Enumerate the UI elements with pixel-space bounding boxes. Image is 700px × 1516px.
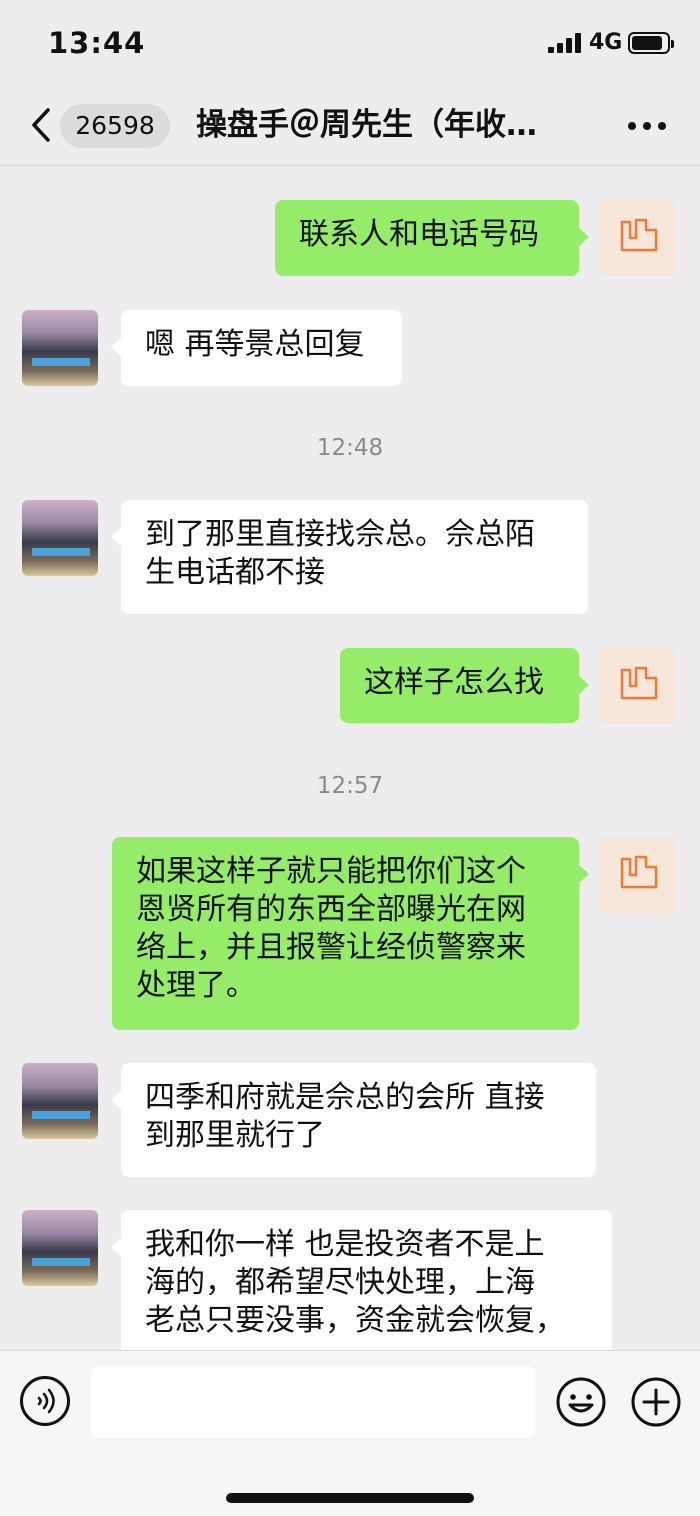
message-line: 老总只要没事，资金就会恢复， [145, 1303, 565, 1338]
emoji-icon[interactable] [555, 1376, 607, 1428]
status-time: 13:44 [48, 26, 146, 60]
avatar-self[interactable] [600, 200, 676, 276]
avatar-self[interactable] [600, 648, 676, 724]
message-timestamp: 12:57 [316, 773, 384, 799]
status-bar: 13:44 4G [0, 0, 700, 90]
home-indicator [226, 1493, 474, 1503]
chevron-left-icon[interactable] [22, 100, 62, 150]
message-bubble-received[interactable]: 我和你一样 也是投资者不是上 海的，都希望尽快处理，上海 老总只要没事，资金就会… [111, 1210, 612, 1350]
message-bubble-sent[interactable]: 联系人和电话号码 [275, 200, 589, 276]
message-line: 到了那里直接找佘总。佘总陌 [145, 517, 535, 552]
chat-title: 操盘手＠周先生（年收… [196, 107, 537, 143]
chat-header: 26598 操盘手＠周先生（年收… [0, 90, 700, 166]
message-line: 恩贤所有的东西全部曝光在网 [136, 892, 526, 927]
network-label: 4G [589, 30, 623, 55]
message-line: 海的，都希望尽快处理，上海 [145, 1265, 535, 1300]
avatar-contact[interactable] [22, 1063, 98, 1139]
input-bar [0, 1350, 700, 1516]
message-line: 到那里就行了 [145, 1118, 325, 1153]
battery-icon [628, 32, 674, 54]
avatar-banner [32, 548, 90, 556]
message-input[interactable] [91, 1366, 535, 1438]
message-text: 嗯 再等景总回复 [145, 327, 365, 362]
avatar-contact[interactable] [22, 500, 98, 576]
unread-count-badge[interactable]: 26598 [60, 104, 170, 148]
message-bubble-received[interactable]: 四季和府就是佘总的会所 直接 到那里就行了 [111, 1063, 596, 1177]
plus-circle-icon[interactable] [630, 1376, 682, 1428]
more-dots-icon[interactable] [622, 108, 672, 144]
avatar-banner [32, 358, 90, 366]
avatar-banner [32, 1111, 90, 1119]
message-line: 四季和府就是佘总的会所 直接 [145, 1080, 545, 1115]
message-text: 联系人和电话号码 [299, 217, 539, 252]
message-bubble-received[interactable]: 到了那里直接找佘总。佘总陌 生电话都不接 [111, 500, 588, 614]
message-line: 处理了。 [136, 968, 256, 1003]
signal-strength-icon [548, 33, 582, 53]
message-bubble-sent[interactable]: 这样子怎么找 [340, 648, 589, 723]
avatar-banner [32, 1258, 90, 1266]
voice-icon[interactable] [20, 1376, 70, 1426]
message-text: 这样子怎么找 [364, 665, 544, 700]
avatar-contact[interactable] [22, 310, 98, 386]
avatar-contact[interactable] [22, 1210, 98, 1286]
message-list[interactable]: 联系人和电话号码 嗯 再等景总回复 12:48 到了那里直接找佘总。佘总陌 生电… [0, 167, 700, 1350]
message-line: 如果这样子就只能把你们这个 [136, 854, 526, 889]
message-line: 生电话都不接 [145, 555, 325, 590]
avatar-self[interactable] [600, 837, 676, 913]
message-timestamp: 12:48 [316, 435, 384, 461]
message-bubble-received[interactable]: 嗯 再等景总回复 [111, 310, 402, 386]
message-line: 我和你一样 也是投资者不是上 [145, 1227, 545, 1262]
message-line: 络上，并且报警让经侦警察来 [136, 930, 526, 965]
message-bubble-sent[interactable]: 如果这样子就只能把你们这个 恩贤所有的东西全部曝光在网 络上，并且报警让经侦警察… [112, 837, 589, 1030]
